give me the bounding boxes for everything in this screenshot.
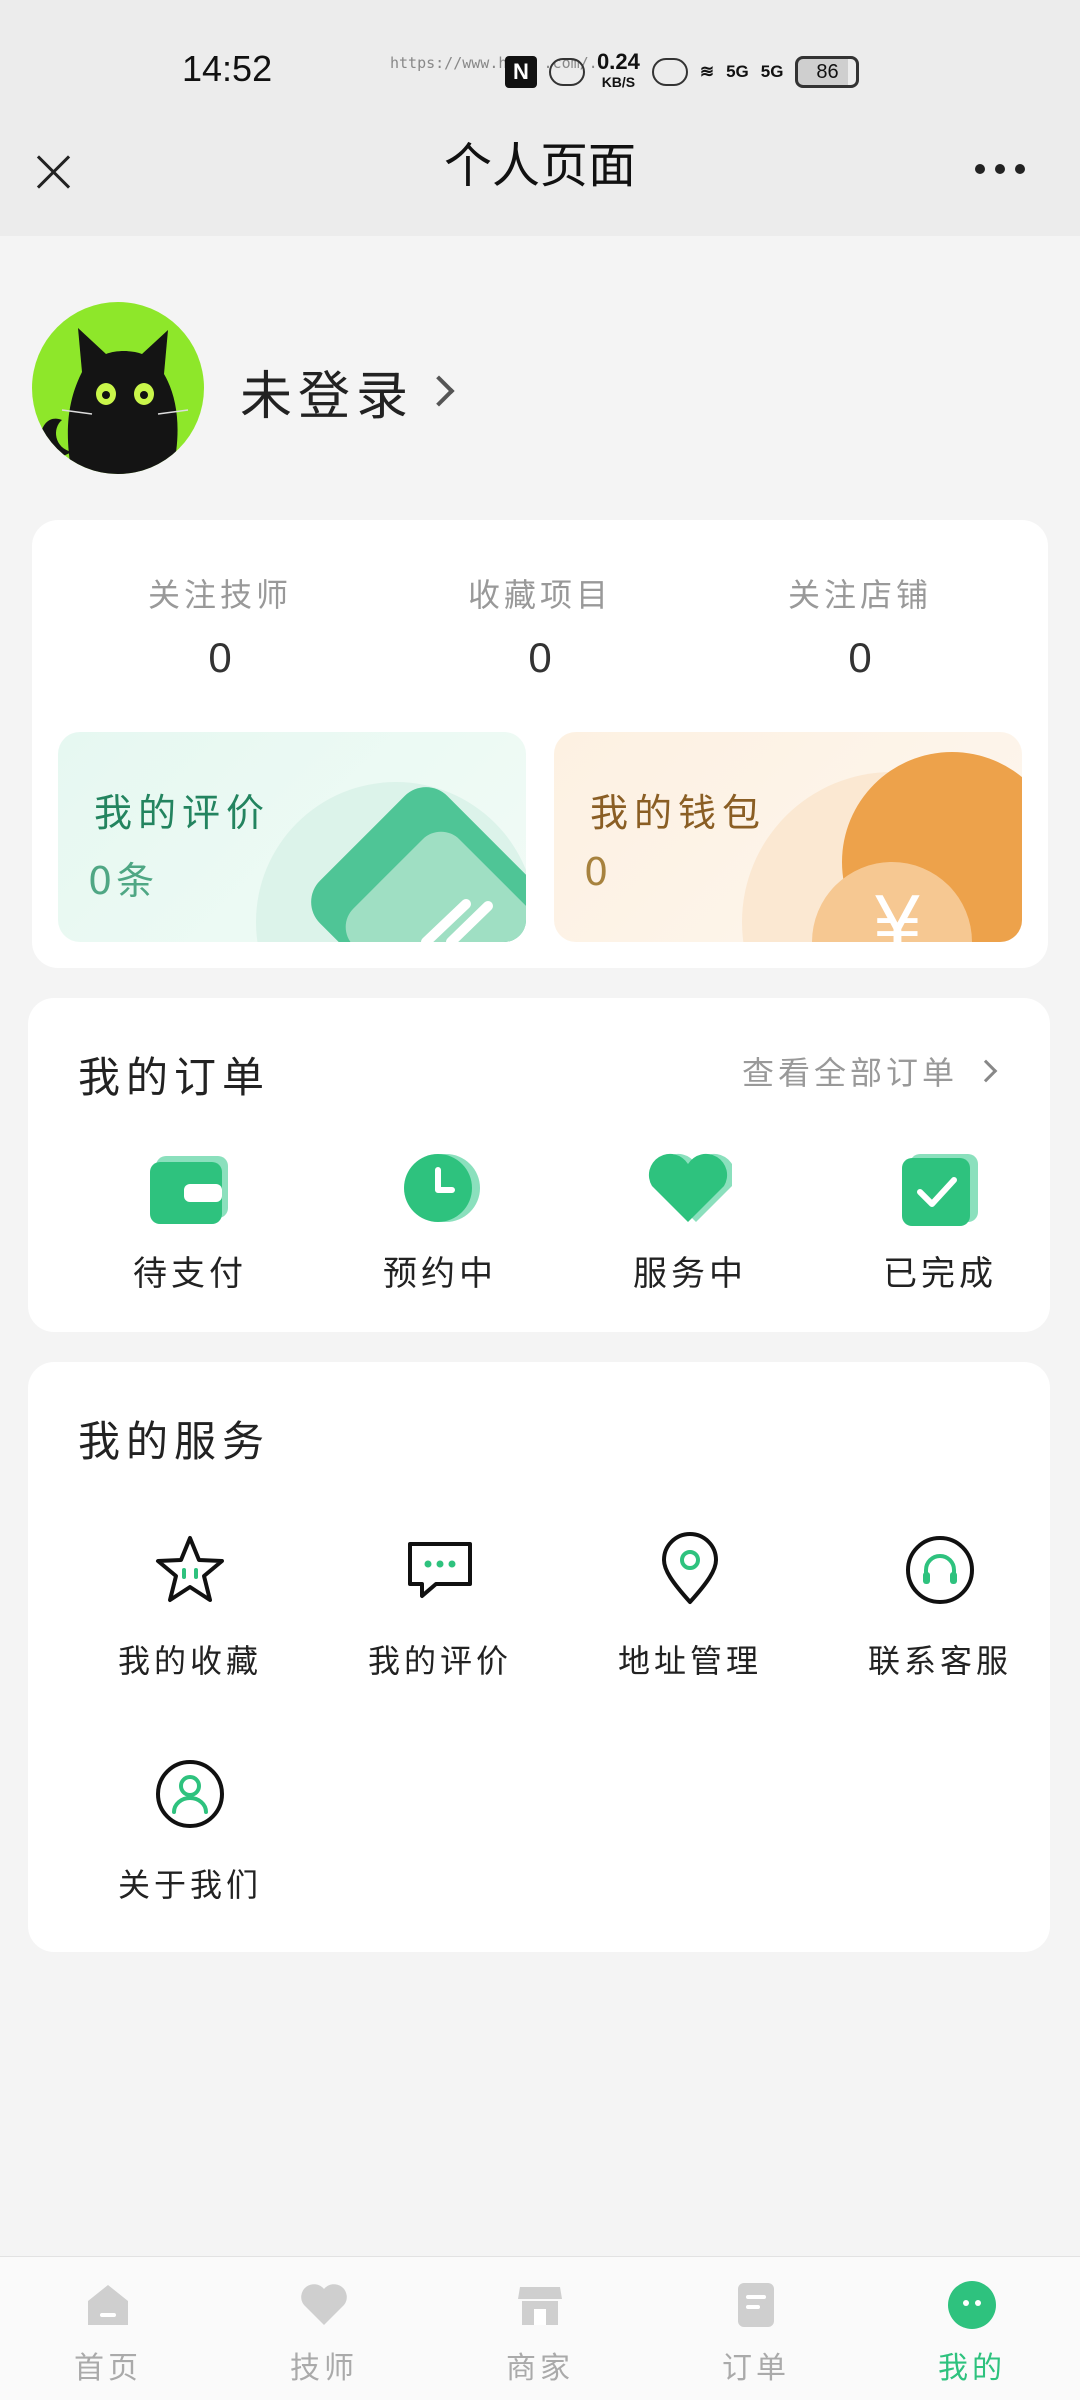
order-reserved[interactable]: 预约中 bbox=[340, 1146, 540, 1295]
more-dot bbox=[1015, 164, 1025, 174]
tab-label: 商家 bbox=[506, 2351, 574, 2386]
service-label: 关于我们 bbox=[117, 1866, 262, 1904]
service-contact-support[interactable]: 联系客服 bbox=[830, 1530, 1050, 1682]
net-speed-value: 0.24 bbox=[597, 49, 640, 74]
tile-value: 0条 bbox=[88, 859, 159, 903]
stat-favorite-projects[interactable]: 收藏项目 0 bbox=[380, 570, 700, 682]
sim2-signal: 5G bbox=[760, 62, 784, 81]
my-wallet-tile[interactable]: ¥ 我的钱包 0 bbox=[554, 732, 1022, 942]
service-address-management[interactable]: 地址管理 bbox=[580, 1530, 800, 1682]
tab-orders[interactable]: 订单 bbox=[676, 2279, 836, 2387]
avatar[interactable] bbox=[32, 302, 204, 474]
services-card: 我的服务 我的收藏 我的评价 地址管理 联系客服 关于我们 bbox=[28, 1362, 1050, 1952]
services-title: 我的服务 bbox=[78, 1417, 271, 1466]
tab-mine[interactable]: 我的 bbox=[892, 2279, 1052, 2387]
nfc-icon: N bbox=[505, 56, 537, 88]
heart-icon bbox=[648, 1153, 736, 1222]
net-speed: 0.24 KB/S bbox=[597, 49, 640, 92]
chevron-right-icon bbox=[974, 1059, 998, 1083]
tile-value: 0 bbox=[584, 850, 613, 894]
tile-title: 我的钱包 bbox=[590, 791, 767, 835]
order-pending-payment[interactable]: 待支付 bbox=[90, 1146, 290, 1295]
chat-bubble-icon bbox=[549, 58, 585, 86]
service-label: 地址管理 bbox=[617, 1642, 762, 1680]
black-cat-icon bbox=[40, 328, 189, 474]
battery-indicator: 86 bbox=[795, 56, 860, 88]
location-icon bbox=[662, 1532, 718, 1604]
orders-card: 我的订单 查看全部订单 待支付 预约中 服务中 已完成 bbox=[28, 998, 1050, 1332]
stats-card: 关注技师 0 收藏项目 0 关注店铺 0 我的评价 0条 ¥ 我的钱包 0 bbox=[32, 520, 1048, 968]
check-icon bbox=[902, 1154, 978, 1226]
tab-merchants[interactable]: 商家 bbox=[460, 2279, 620, 2387]
tab-label: 首页 bbox=[74, 2351, 142, 2386]
stat-value: 0 bbox=[208, 634, 232, 681]
sim1-signal: 5G bbox=[726, 62, 749, 81]
tab-label: 我的 bbox=[938, 2351, 1006, 2386]
stat-followed-shops[interactable]: 关注店铺 0 bbox=[700, 570, 1020, 682]
wallet-icon bbox=[150, 1156, 228, 1224]
login-text: 未登录 bbox=[240, 366, 415, 427]
view-all-label: 查看全部订单 bbox=[741, 1054, 958, 1092]
star-icon bbox=[156, 1536, 224, 1602]
bottom-tab-bar: 首页 技师 商家 订单 我的 bbox=[0, 2256, 1080, 2400]
view-all-orders-link[interactable]: 查看全部订单 bbox=[741, 1048, 998, 1094]
service-about-us[interactable]: 关于我们 bbox=[80, 1754, 300, 1906]
status-bar: 14:52 https://www.h... .com/... N 0.24 K… bbox=[0, 0, 1080, 140]
home-icon bbox=[88, 2285, 128, 2325]
heart-icon bbox=[301, 2284, 347, 2325]
order-label: 已完成 bbox=[883, 1254, 997, 1294]
orders-title: 我的订单 bbox=[78, 1053, 271, 1102]
service-favorites[interactable]: 我的收藏 bbox=[80, 1530, 300, 1682]
service-my-reviews[interactable]: 我的评价 bbox=[330, 1530, 550, 1682]
status-icons: N 0.24 KB/S ≋ 5G 5G 86 bbox=[505, 49, 860, 94]
login-link[interactable]: 未登录 bbox=[240, 356, 455, 427]
stat-label: 关注店铺 bbox=[787, 576, 932, 614]
coin-decoration-icon: ¥ bbox=[742, 752, 1022, 942]
service-label: 我的收藏 bbox=[117, 1642, 262, 1680]
stat-value: 0 bbox=[848, 634, 872, 681]
wifi-icon: ≋ bbox=[699, 62, 715, 81]
more-options-button[interactable] bbox=[975, 156, 1035, 182]
tab-label: 订单 bbox=[722, 2351, 790, 2386]
store-icon bbox=[518, 2287, 562, 2325]
review-decoration-icon bbox=[256, 782, 526, 942]
hd-icon bbox=[651, 58, 688, 86]
stat-followed-technicians[interactable]: 关注技师 0 bbox=[60, 570, 380, 682]
tab-technicians[interactable]: 技师 bbox=[244, 2279, 404, 2387]
order-icon bbox=[738, 2283, 774, 2327]
chevron-right-icon bbox=[423, 375, 455, 407]
svg-text:¥: ¥ bbox=[872, 880, 923, 942]
smile-icon bbox=[948, 2281, 996, 2329]
top-bar: 14:52 https://www.h... .com/... N 0.24 K… bbox=[0, 0, 1080, 236]
tab-home[interactable]: 首页 bbox=[28, 2279, 188, 2387]
nav-row: 个人页面 bbox=[0, 120, 1080, 230]
clock-icon bbox=[404, 1154, 480, 1222]
status-time: 14:52 bbox=[182, 48, 273, 89]
page-title: 个人页面 bbox=[443, 138, 636, 194]
chat-icon bbox=[408, 1542, 472, 1598]
order-completed[interactable]: 已完成 bbox=[840, 1146, 1040, 1295]
more-dot bbox=[995, 164, 1005, 174]
order-label: 待支付 bbox=[133, 1254, 247, 1294]
service-label: 联系客服 bbox=[867, 1642, 1012, 1680]
order-label: 服务中 bbox=[633, 1254, 747, 1294]
tab-label: 技师 bbox=[290, 2351, 358, 2386]
my-reviews-tile[interactable]: 我的评价 0条 bbox=[58, 732, 526, 942]
order-in-service[interactable]: 服务中 bbox=[590, 1146, 790, 1295]
stat-label: 收藏项目 bbox=[467, 576, 612, 614]
order-label: 预约中 bbox=[383, 1254, 497, 1294]
headset-icon bbox=[906, 1536, 974, 1604]
net-speed-unit: KB/S bbox=[601, 74, 636, 90]
user-icon bbox=[156, 1760, 224, 1828]
more-dot bbox=[975, 164, 985, 174]
stat-value: 0 bbox=[528, 634, 552, 681]
service-label: 我的评价 bbox=[367, 1642, 512, 1680]
stat-label: 关注技师 bbox=[147, 576, 292, 614]
tile-title: 我的评价 bbox=[94, 791, 271, 835]
